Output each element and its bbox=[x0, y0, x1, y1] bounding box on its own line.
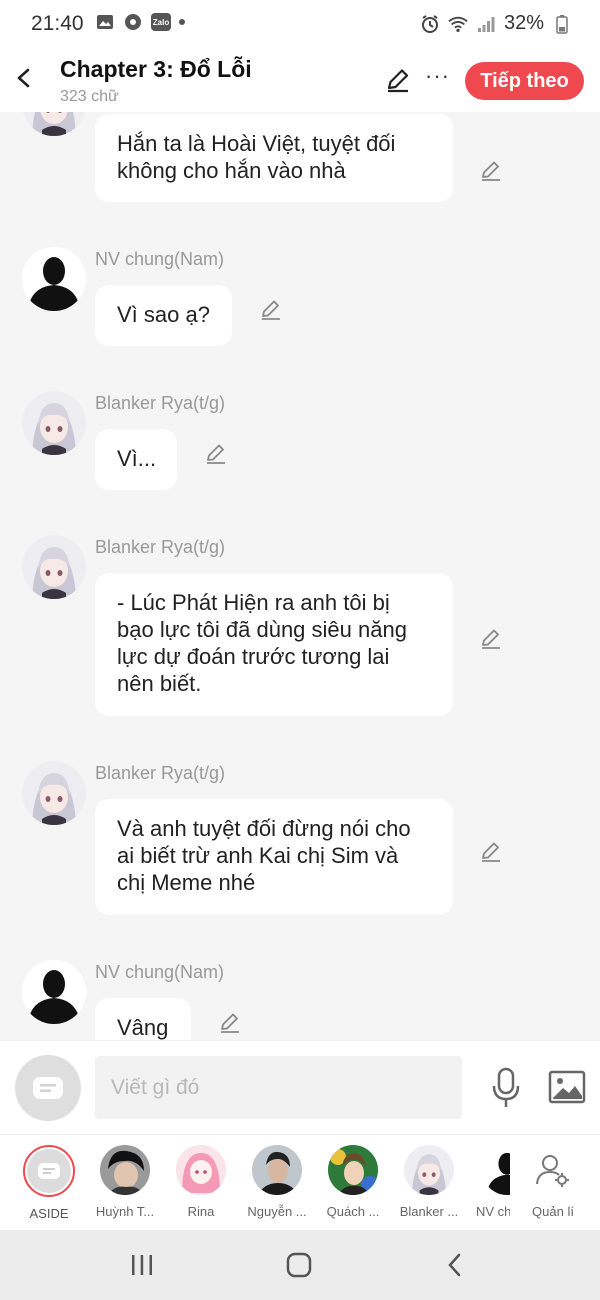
character-name: Quản lí bbox=[532, 1204, 574, 1219]
soccer-ball-icon bbox=[123, 13, 143, 31]
sender-name: Blanker Rya(t/g) bbox=[95, 763, 226, 783]
system-icons: 32% bbox=[420, 12, 572, 35]
sender-name: Blanker Rya(t/g) bbox=[95, 393, 226, 413]
character-name: NV ch bbox=[476, 1204, 510, 1219]
character-selector: ASIDE Huỳnh T... Rina Nguyễn ... Quách .… bbox=[0, 1134, 600, 1230]
more-notifications-icon bbox=[179, 19, 185, 25]
signal-icon bbox=[476, 15, 496, 33]
aside-avatar bbox=[23, 1145, 75, 1197]
avatar[interactable] bbox=[22, 391, 86, 455]
pencil-icon bbox=[387, 69, 409, 93]
status-time: 21:40 bbox=[31, 12, 84, 35]
silhouette-avatar-icon bbox=[22, 960, 86, 1024]
edit-message-icon[interactable] bbox=[259, 297, 283, 321]
avatar[interactable] bbox=[22, 112, 86, 136]
sender-name: NV chung(Nam) bbox=[95, 249, 225, 269]
back-chevron-icon bbox=[448, 1253, 461, 1277]
system-back-button[interactable] bbox=[435, 1250, 475, 1280]
man-dark-avatar bbox=[252, 1145, 302, 1195]
edit-message-icon[interactable] bbox=[479, 626, 503, 650]
microphone-button[interactable] bbox=[489, 1066, 523, 1110]
manage-characters-button[interactable]: Quản lí bbox=[518, 1145, 588, 1219]
sender-name: Blanker Rya(t/g) bbox=[95, 537, 226, 557]
notification-icons: Zalo bbox=[95, 13, 185, 31]
chapter-title: Chapter 3: Đổ Lỗi bbox=[60, 56, 252, 82]
character-name: Nguyễn ... bbox=[247, 1204, 307, 1219]
anime-girl-avatar-icon bbox=[22, 391, 86, 455]
composer-bar bbox=[0, 1040, 600, 1134]
microphone-icon bbox=[492, 1067, 520, 1107]
chat-bubble-icon bbox=[33, 1077, 63, 1099]
chat-bubble-icon bbox=[38, 1163, 60, 1179]
sender-name: NV chung(Nam) bbox=[95, 962, 225, 982]
avatar[interactable] bbox=[22, 535, 86, 599]
back-arrow-icon bbox=[17, 68, 30, 88]
home-button[interactable] bbox=[279, 1250, 319, 1280]
edit-message-icon[interactable] bbox=[479, 839, 503, 863]
user-settings-icon bbox=[528, 1145, 578, 1195]
anime-girl-avatar-icon bbox=[22, 761, 86, 825]
alarm-icon bbox=[420, 14, 440, 33]
edit-message-icon[interactable] bbox=[218, 1010, 242, 1034]
silhouette-avatar bbox=[482, 1145, 510, 1195]
message-bubble[interactable]: Và anh tuyệt đối đừng nói cho ai biết tr… bbox=[95, 799, 453, 915]
character-item[interactable]: Huỳnh T... bbox=[90, 1145, 160, 1219]
battery-icon bbox=[552, 14, 572, 34]
character-name: Blanker ... bbox=[399, 1204, 459, 1219]
character-item[interactable]: NV ch bbox=[470, 1145, 510, 1219]
message-bubble[interactable]: Vì sao ạ? bbox=[95, 285, 232, 346]
android-nav-bar bbox=[0, 1230, 600, 1300]
message-bubble[interactable]: - Lúc Phát Hiện ra anh tôi bị bạo lực tô… bbox=[95, 573, 453, 716]
character-name: Huỳnh T... bbox=[95, 1204, 155, 1219]
character-item[interactable]: Quách ... bbox=[318, 1145, 388, 1219]
character-name: Quách ... bbox=[326, 1204, 380, 1219]
character-item[interactable]: Blanker ... bbox=[394, 1145, 464, 1219]
message-bubble[interactable]: Vâng bbox=[95, 998, 191, 1040]
edit-message-icon[interactable] bbox=[204, 441, 228, 465]
character-item[interactable]: Nguyễn ... bbox=[242, 1145, 312, 1219]
message-bubble[interactable]: Vì... bbox=[95, 429, 177, 490]
home-icon bbox=[286, 1252, 312, 1278]
chat-area[interactable]: Hắn ta là Hoài Việt, tuyệt đối không cho… bbox=[0, 112, 600, 1040]
aside-toggle-button[interactable] bbox=[15, 1055, 81, 1121]
image-upload-button[interactable] bbox=[548, 1069, 586, 1105]
character-aside[interactable]: ASIDE bbox=[14, 1145, 84, 1221]
message-bubble[interactable]: Hắn ta là Hoài Việt, tuyệt đối không cho… bbox=[95, 114, 453, 202]
word-count: 323 chữ bbox=[60, 88, 119, 105]
more-options-button[interactable]: ··· bbox=[425, 65, 449, 94]
message-input[interactable] bbox=[95, 1056, 462, 1119]
wifi-icon bbox=[448, 15, 468, 33]
boy-colorful-avatar bbox=[328, 1145, 378, 1195]
recent-apps-icon bbox=[132, 1255, 152, 1275]
battery-percent: 32% bbox=[503, 12, 544, 34]
image-icon bbox=[548, 1070, 586, 1104]
avatar[interactable] bbox=[22, 247, 86, 311]
chapter-header: Chapter 3: Đổ Lỗi 323 chữ ··· Tiếp theo bbox=[0, 48, 600, 112]
pink-hair-girl-avatar bbox=[176, 1145, 226, 1195]
avatar[interactable] bbox=[22, 761, 86, 825]
status-bar: 21:40 Zalo 32% bbox=[0, 0, 600, 48]
character-name: Rina bbox=[187, 1204, 215, 1219]
avatar[interactable] bbox=[22, 960, 86, 1024]
character-name: ASIDE bbox=[29, 1206, 69, 1221]
zalo-icon: Zalo bbox=[151, 13, 171, 31]
silhouette-avatar-icon bbox=[22, 247, 86, 311]
character-item[interactable]: Rina bbox=[166, 1145, 236, 1219]
back-button[interactable] bbox=[10, 62, 40, 94]
anime-girl-avatar bbox=[404, 1145, 454, 1195]
anime-girl-avatar-icon bbox=[22, 535, 86, 599]
edit-message-icon[interactable] bbox=[479, 158, 503, 182]
edit-chapter-button[interactable] bbox=[384, 66, 412, 94]
recent-apps-button[interactable] bbox=[122, 1250, 162, 1280]
next-chapter-button[interactable]: Tiếp theo bbox=[465, 62, 584, 100]
boy-dark-hair-avatar bbox=[100, 1145, 150, 1195]
anime-girl-avatar-icon bbox=[22, 112, 86, 136]
gallery-icon bbox=[95, 13, 115, 31]
